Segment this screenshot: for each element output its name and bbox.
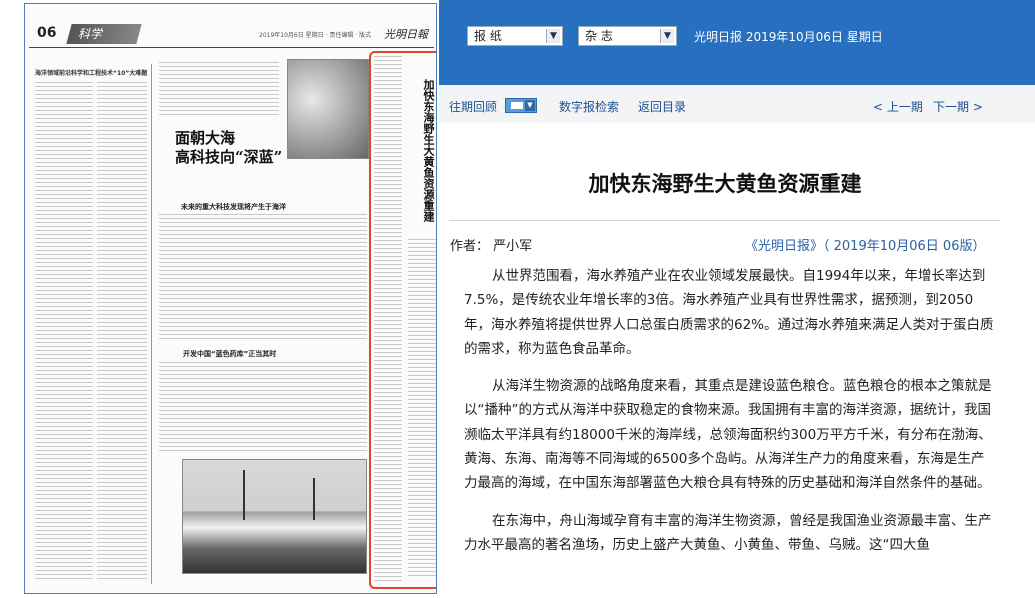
ship-mast — [313, 478, 315, 520]
newspaper-logo: 光明日報 — [384, 28, 428, 41]
article-paragraph: 从海洋生物资源的战略角度来看，其重点是建设蓝色粮仓。蓝色粮仓的根本之策就是以“播… — [464, 378, 992, 492]
second-article-text[interactable] — [159, 362, 367, 454]
past-issues-link[interactable]: 往期回顾 — [449, 98, 497, 115]
article-source[interactable]: 《光明日报》（ 2019年10月06日 06版） — [745, 235, 985, 254]
magazine-select-value: 杂 志 — [585, 29, 613, 43]
title-divider — [449, 220, 1000, 221]
magazine-select[interactable]: 杂 志 ▼ — [578, 26, 677, 46]
newspaper-select-value: 报 纸 — [474, 29, 502, 43]
ship-photo — [182, 459, 367, 574]
article-author: 作者： 严小军 — [450, 239, 533, 254]
calendar-icon — [511, 102, 523, 109]
column-divider — [151, 64, 152, 584]
back-to-index-link[interactable]: 返回目录 — [638, 98, 686, 115]
section-tab: 科学 — [66, 24, 142, 44]
article-paragraph: 从世界范围看，海水养殖产业在农业领域发展最快。自1994年以来，年增长率达到7.… — [464, 268, 994, 357]
newspaper-page-thumbnail[interactable]: 06 科学 2019年10月6日 星期日 · 责任编辑 · 版式 光明日報 海洋… — [24, 3, 437, 594]
calendar-dropdown-icon[interactable]: ▼ — [505, 98, 537, 113]
newspaper-masthead: 06 科学 2019年10月6日 星期日 · 责任编辑 · 版式 光明日報 — [29, 22, 434, 48]
main-headline[interactable]: 面朝大海 高科技向“深蓝” — [175, 129, 282, 167]
date-line: 2019年10月6日 星期日 · 责任编辑 · 版式 — [259, 32, 372, 39]
left-banner-headline[interactable]: 海洋领域前沿科学和工程技术“10”大难题 — [35, 68, 147, 77]
feature-intro-text[interactable] — [159, 62, 279, 117]
previous-issue-link[interactable]: < 上一期 — [873, 98, 923, 115]
feature-body-text[interactable] — [159, 214, 367, 339]
page-root: 06 科学 2019年10月6日 星期日 · 责任编辑 · 版式 光明日報 海洋… — [0, 0, 1035, 598]
feature-photo — [287, 59, 369, 159]
ship-mast — [243, 470, 245, 520]
chevron-down-icon: ▼ — [525, 100, 535, 111]
digital-search-link[interactable]: 数字报检索 — [559, 98, 619, 115]
chevron-down-icon[interactable]: ▼ — [546, 29, 560, 43]
chevron-down-icon[interactable]: ▼ — [660, 29, 674, 43]
newspaper-select[interactable]: 报 纸 ▼ — [467, 26, 563, 46]
issue-info: 光明日报 2019年10月06日 星期日 — [694, 30, 883, 44]
selected-article-highlight[interactable] — [369, 51, 436, 589]
article-column-text[interactable] — [97, 82, 147, 582]
sub-headline[interactable]: 未来的重大科技发现将产生于海洋 — [181, 202, 286, 212]
article-body: 从世界范围看，海水养殖产业在农业领域发展最快。自1994年以来，年增长率达到7.… — [464, 264, 996, 570]
next-issue-link[interactable]: 下一期 > — [933, 98, 983, 115]
second-headline[interactable]: 开发中国“蓝色药库”正当其时 — [183, 349, 276, 359]
article-title: 加快东海野生大黄鱼资源重建 — [588, 172, 862, 196]
article-paragraph: 在东海中，舟山海域孕育有丰富的海洋生物资源，曾经是我国渔业资源最丰富、生产力水平… — [464, 512, 992, 553]
page-number: 06 — [37, 25, 57, 41]
article-column-text[interactable] — [35, 82, 93, 582]
